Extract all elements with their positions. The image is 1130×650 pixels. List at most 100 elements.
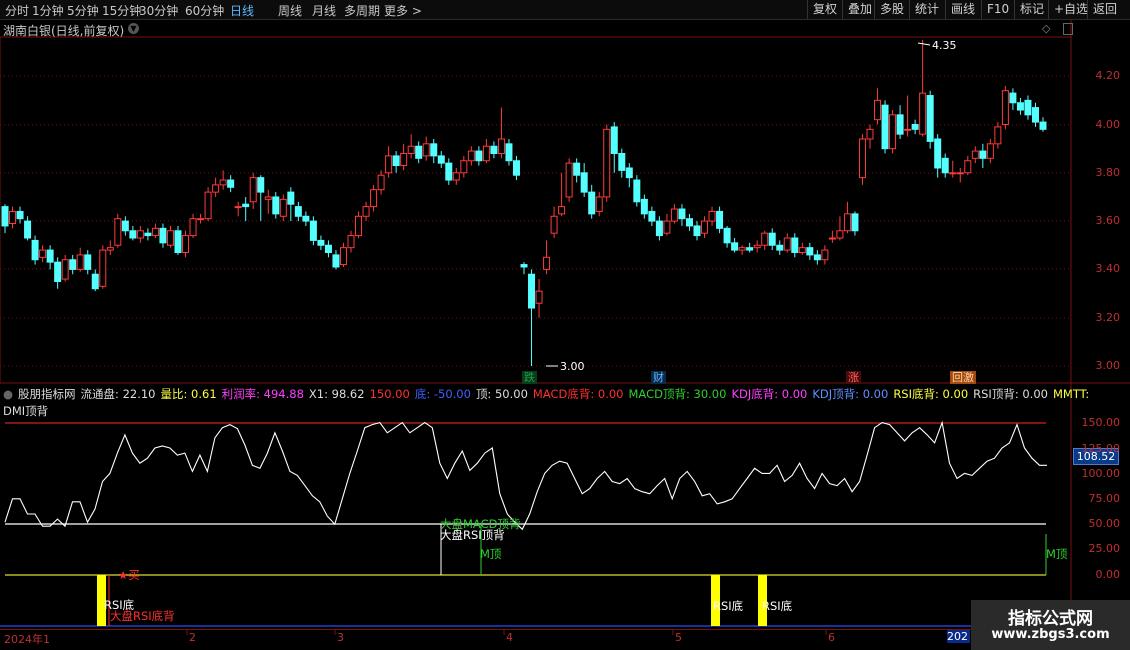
candle-body (994, 126, 1002, 145)
candle-body (573, 162, 581, 176)
candle-body (257, 177, 265, 193)
period-tab-10[interactable]: 更多 > (384, 2, 422, 19)
date-label: 4 (506, 631, 513, 644)
candle-body (723, 227, 731, 244)
candle-body (362, 206, 370, 217)
candle-body (580, 172, 588, 193)
toolbar-button-8[interactable]: 返回 (1087, 0, 1117, 19)
indicator-field-12: RSI顶背: 0.00 (973, 387, 1048, 401)
event-tag[interactable]: 回激 (950, 371, 976, 384)
candle-body (663, 220, 671, 234)
candle-body (1016, 102, 1024, 111)
max-price-label: 4.35 (932, 39, 957, 52)
candle-body (520, 264, 528, 268)
candle-body (535, 290, 543, 304)
logo-url: www.zbgs3.com (991, 627, 1110, 642)
event-tag[interactable]: 涨 (846, 371, 861, 384)
candle-body (242, 203, 250, 208)
max-marker (917, 42, 931, 46)
candle-body (603, 128, 611, 198)
period-tab-7[interactable]: 周线 (278, 2, 302, 19)
candle-body (904, 128, 912, 131)
candle-body (919, 92, 927, 135)
toolbar-button-3[interactable]: 统计 (909, 0, 939, 19)
period-tab-6[interactable]: 日线 (230, 2, 254, 19)
period-tab-3[interactable]: 15分钟 (102, 2, 141, 19)
indicator-axis-label: 75.00 (1088, 492, 1121, 505)
candle-body (400, 152, 408, 167)
toolbar-button-6[interactable]: 标记 (1014, 0, 1044, 19)
diamond-icon[interactable]: ◇ (1042, 22, 1050, 35)
candle-body (121, 220, 129, 232)
period-tab-1[interactable]: 1分钟 (32, 2, 64, 19)
chart-canvas[interactable]: 4.35 3.00 (0, 0, 1130, 650)
period-tab-2[interactable]: 5分钟 (67, 2, 99, 19)
date-label: 2024年1 (4, 633, 50, 646)
candle-body (227, 179, 235, 188)
toolbar-button-4[interactable]: 画线 (945, 0, 975, 19)
indicator-field-9: KDJ底背: 0.00 (731, 387, 808, 401)
candle-body (197, 218, 205, 221)
indicator-subtitle: DMI顶背 (3, 404, 49, 418)
candle-body (159, 227, 167, 244)
candle-body (836, 230, 844, 239)
toolbar-button-1[interactable]: 叠加 (842, 0, 872, 19)
candle-body (889, 114, 897, 150)
candle-body (633, 179, 641, 203)
indicator-field-5: 底: -50.00 (414, 387, 471, 401)
candle-body (618, 152, 626, 171)
watermark-logo: 指标公式网 www.zbgs3.com (971, 600, 1130, 650)
indicator-field-6: 顶: 50.00 (475, 387, 528, 401)
indicator-axis-label: 50.00 (1088, 517, 1121, 530)
indicator-menu-icon[interactable]: ● (3, 387, 13, 401)
candle-body (1031, 107, 1039, 123)
candle-body (460, 160, 468, 174)
candle-body (317, 239, 325, 246)
candle-body (798, 247, 806, 253)
toolbar-button-0[interactable]: 复权 (807, 0, 837, 19)
candle-body (370, 189, 378, 208)
scroll-icon[interactable] (1063, 23, 1073, 35)
period-tab-4[interactable]: 30分钟 (139, 2, 178, 19)
event-tag[interactable]: 跌 (522, 371, 537, 384)
toolbar-button-2[interactable]: 多股 (874, 0, 904, 19)
candle-body (54, 261, 62, 282)
candle-body (949, 172, 957, 175)
candle-body (701, 220, 709, 234)
candle-body (69, 259, 77, 270)
candle-body (648, 210, 656, 222)
candle-body (39, 249, 47, 258)
candle-body (347, 235, 355, 249)
candle-body (219, 179, 227, 186)
candle-body (1009, 92, 1017, 104)
period-tab-5[interactable]: 60分钟 (185, 2, 224, 19)
candle-body (46, 249, 54, 263)
candle-body (475, 150, 483, 162)
toolbar-button-7[interactable]: +自选 (1048, 0, 1088, 19)
candle-body (407, 145, 415, 154)
date-label: 3 (337, 631, 344, 644)
candle-body (76, 254, 84, 270)
event-tag[interactable]: 财 (651, 371, 666, 384)
chevron-down-icon[interactable]: ▼ (128, 23, 139, 34)
indicator-header: ● 股朋指标网 流通盘: 22.10 量比: 0.61 利润率: 494.88 X1: 9… (3, 386, 1094, 402)
candle-body (497, 138, 505, 154)
price-axis-label: 3.60 (1095, 214, 1121, 227)
period-tab-0[interactable]: 分时 (5, 2, 29, 19)
date-label: 6 (828, 631, 835, 644)
candle-body (731, 242, 739, 251)
period-tab-8[interactable]: 月线 (312, 2, 336, 19)
candle-body (708, 210, 716, 222)
date-label: 5 (675, 631, 682, 644)
indicator-name[interactable]: 股朋指标网 (18, 387, 76, 401)
candle-body (61, 259, 69, 280)
toolbar-button-5[interactable]: F10 (981, 0, 1009, 19)
candle-body (422, 143, 430, 157)
price-axis-label: 4.00 (1095, 118, 1121, 131)
period-tab-9[interactable]: 多周期 (344, 2, 380, 19)
candle-body (655, 220, 663, 237)
candle-body (588, 191, 596, 215)
candle-body (445, 162, 453, 181)
indicator-field-7: MACD底背: 0.00 (532, 387, 624, 401)
candle-body (791, 237, 799, 253)
